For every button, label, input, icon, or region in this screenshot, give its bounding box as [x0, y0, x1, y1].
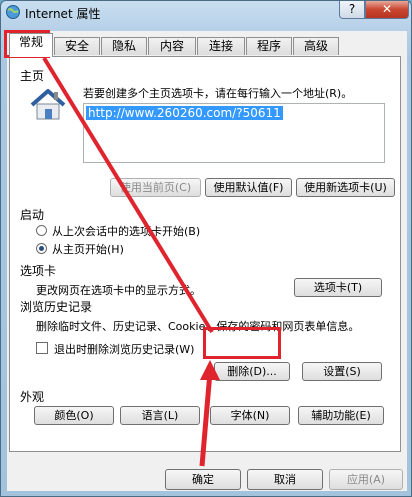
- use-new-tab-button[interactable]: 使用新选项卡(U): [296, 178, 395, 197]
- use-default-button[interactable]: 使用默认值(F): [205, 178, 292, 197]
- tab-programs[interactable]: 程序: [246, 37, 292, 55]
- browsing-history-group-label: 浏览历史记录: [20, 300, 93, 314]
- internet-properties-window: Internet 属性 ? ✕ 常规 安全 隐私 内容 连接 程序 高级 主页 …: [0, 0, 412, 497]
- cancel-button[interactable]: 取消: [247, 469, 323, 490]
- home-page-url-input[interactable]: http://www.260260.com/?50611: [83, 103, 385, 163]
- startup-last-session-label: 从上次会话中的选项卡开始(B): [52, 225, 201, 238]
- tab-general[interactable]: 常规: [9, 33, 53, 57]
- dialog-client-area: 常规 安全 隐私 内容 连接 程序 高级 主页 若要创建多个主页选项卡，请在每行…: [7, 31, 407, 491]
- tab-privacy[interactable]: 隐私: [101, 37, 147, 55]
- internet-globe-icon: [6, 5, 20, 19]
- appearance-group-label: 外观: [20, 390, 45, 404]
- apply-button[interactable]: 应用(A): [329, 469, 403, 490]
- delete-history-button[interactable]: 删除(D)...: [214, 362, 290, 381]
- use-current-page-button[interactable]: 使用当前页(C): [110, 178, 201, 197]
- tabs-hint: 更改网页在选项卡中的显示方式。: [36, 284, 201, 297]
- tab-connections[interactable]: 连接: [197, 37, 245, 55]
- house-icon: [30, 89, 66, 120]
- home-page-hint: 若要创建多个主页选项卡，请在每行输入一个地址(R)。: [83, 87, 353, 100]
- tabs-settings-button[interactable]: 选项卡(T): [294, 278, 382, 297]
- startup-home-page-label: 从主页开始(H): [52, 243, 124, 256]
- annotation-box-delete-button: [203, 327, 281, 359]
- startup-last-session-radio[interactable]: [36, 225, 47, 236]
- tab-strip: 常规 安全 隐私 内容 连接 程序 高级: [7, 33, 407, 57]
- tab-advanced[interactable]: 高级: [293, 37, 339, 55]
- startup-group-label: 启动: [20, 208, 45, 222]
- help-button[interactable]: ?: [339, 1, 365, 19]
- tab-security[interactable]: 安全: [54, 37, 100, 55]
- colors-button[interactable]: 颜色(O): [34, 406, 114, 425]
- delete-on-exit-label: 退出时删除浏览历史记录(W): [54, 343, 195, 356]
- ok-button[interactable]: 确定: [165, 469, 241, 490]
- history-settings-button[interactable]: 设置(S): [302, 362, 382, 381]
- window-title: Internet 属性: [25, 7, 101, 21]
- languages-button[interactable]: 语言(L): [120, 406, 200, 425]
- browsing-history-hint: 删除临时文件、历史记录、Cookie、保存的密码和网页表单信息。: [36, 320, 360, 333]
- title-bar[interactable]: Internet 属性 ? ✕: [1, 1, 411, 25]
- close-button[interactable]: ✕: [365, 1, 409, 19]
- tab-content[interactable]: 内容: [148, 37, 196, 55]
- apply-button-label: 应用(A): [346, 473, 386, 486]
- home-page-group-label: 主页: [20, 69, 45, 83]
- home-page-url-text: http://www.260260.com/?50611: [86, 106, 283, 120]
- general-tab-panel: 主页 若要创建多个主页选项卡，请在每行输入一个地址(R)。 http://www…: [9, 56, 401, 452]
- tabs-group-label: 选项卡: [20, 264, 57, 278]
- accessibility-button[interactable]: 辅助功能(E): [298, 406, 384, 425]
- delete-on-exit-checkbox[interactable]: [36, 342, 48, 354]
- fonts-button[interactable]: 字体(N): [210, 406, 290, 425]
- startup-home-page-radio[interactable]: [36, 243, 47, 254]
